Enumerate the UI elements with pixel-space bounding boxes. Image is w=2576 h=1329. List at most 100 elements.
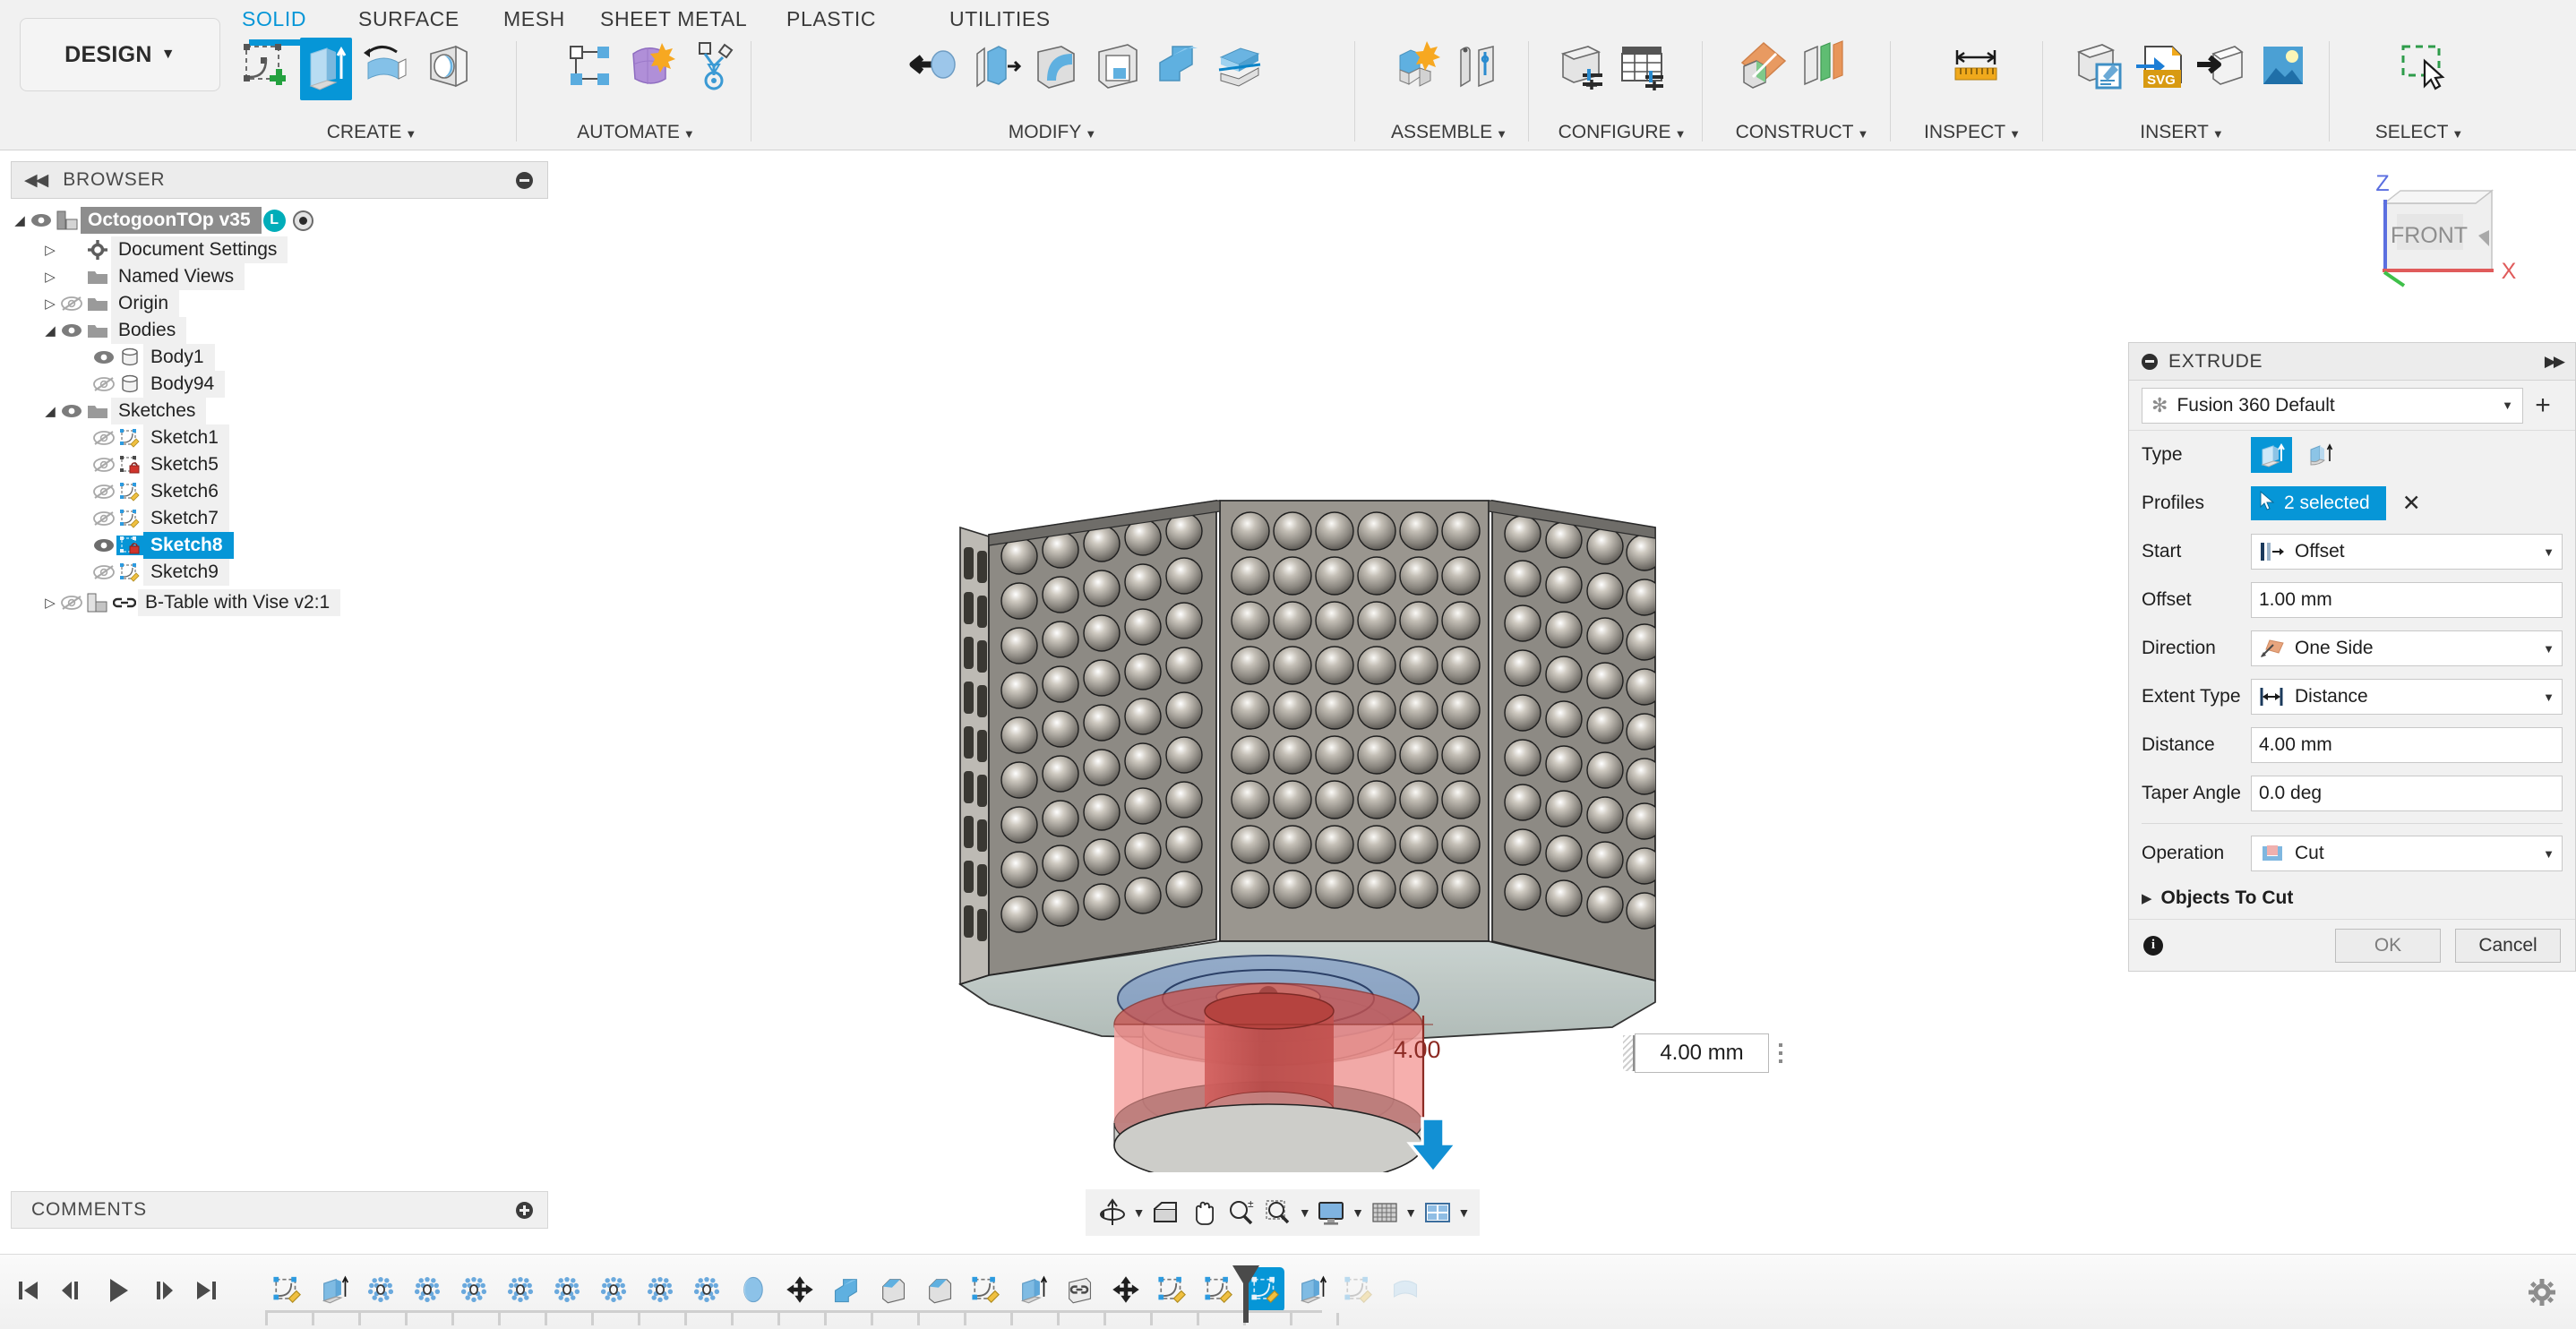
timeline-item[interactable]: [595, 1267, 632, 1312]
tab-solid[interactable]: SOLID: [242, 7, 306, 31]
comments-panel-header[interactable]: COMMENTS: [11, 1191, 548, 1229]
timeline-item[interactable]: [828, 1267, 865, 1312]
visibility-eye-icon[interactable]: [91, 349, 116, 365]
timeline-item-ghost[interactable]: [1387, 1267, 1424, 1312]
play-icon[interactable]: [99, 1269, 136, 1312]
shell-icon[interactable]: [1092, 38, 1144, 100]
activate-component-radio[interactable]: [292, 210, 313, 231]
preset-dropdown[interactable]: ✻ Fusion 360 Default ▼: [2142, 387, 2523, 424]
add-preset-button[interactable]: +: [2523, 390, 2563, 421]
joint-icon[interactable]: [1452, 38, 1504, 100]
create-sketch-icon[interactable]: [239, 38, 291, 100]
timeline-item-ghost[interactable]: [1340, 1267, 1378, 1312]
timeline-item[interactable]: [1014, 1267, 1052, 1312]
timeline-item[interactable]: [1060, 1267, 1098, 1312]
ribbon-group-label-insert[interactable]: INSERT ▼: [2057, 122, 2307, 143]
dimension-input-overlay[interactable]: 4.00 mm: [1623, 1032, 1811, 1075]
tab-sheet-metal[interactable]: SHEET METAL: [600, 7, 747, 31]
visibility-eye-hidden-icon[interactable]: [91, 564, 116, 580]
operation-dropdown[interactable]: Cut ▼: [2251, 836, 2563, 871]
visibility-eye-icon[interactable]: [91, 537, 116, 553]
timeline-item[interactable]: [967, 1267, 1005, 1312]
step-back-icon[interactable]: [54, 1269, 91, 1312]
tree-item-origin[interactable]: ▷ Origin: [41, 290, 557, 317]
collapse-left-icon[interactable]: ◀◀: [24, 170, 48, 191]
objects-to-cut-section[interactable]: ▶ Objects To Cut: [2129, 878, 2575, 919]
visibility-eye-icon[interactable]: [59, 322, 84, 339]
tree-item-document-settings[interactable]: ▷ Document Settings: [41, 236, 557, 263]
press-pull-icon[interactable]: [909, 38, 961, 100]
timeline-item[interactable]: [921, 1267, 958, 1312]
minus-circle-icon[interactable]: [2142, 353, 2158, 370]
timeline-item[interactable]: [362, 1267, 399, 1312]
timeline-item[interactable]: [1107, 1267, 1145, 1312]
insert-mesh-icon[interactable]: [2195, 38, 2247, 100]
extrude-thin-icon[interactable]: [2299, 437, 2340, 473]
automate-generative-icon[interactable]: [687, 38, 739, 100]
tree-item-body94[interactable]: Body94: [73, 371, 557, 398]
ok-button[interactable]: OK: [2335, 928, 2441, 963]
info-icon[interactable]: i: [2143, 935, 2163, 956]
step-forward-icon[interactable]: [143, 1269, 181, 1312]
distance-quick-input[interactable]: 4.00 mm: [1635, 1033, 1769, 1073]
plus-circle-icon[interactable]: [516, 1201, 533, 1219]
tree-item-sketch6[interactable]: Sketch6: [73, 478, 557, 505]
visibility-eye-hidden-icon[interactable]: [91, 457, 116, 473]
insert-decal-icon[interactable]: [2074, 38, 2125, 100]
close-x-icon[interactable]: ✕: [2402, 490, 2421, 517]
tab-surface[interactable]: SURFACE: [358, 7, 459, 31]
timeline-item[interactable]: [734, 1267, 772, 1312]
expand-right-icon[interactable]: ▶▶: [2545, 353, 2565, 371]
visibility-eye-hidden-icon[interactable]: [91, 510, 116, 527]
sweep-icon[interactable]: [422, 38, 474, 100]
measure-icon[interactable]: [1950, 38, 2002, 100]
ribbon-group-label-inspect[interactable]: INSPECT ▼: [1904, 122, 2040, 143]
automate-shape-icon[interactable]: [565, 38, 617, 100]
tree-item-sketch9[interactable]: Sketch9: [73, 559, 557, 586]
plane-at-angle-icon[interactable]: [1798, 38, 1850, 100]
timeline-item[interactable]: [874, 1267, 912, 1312]
minus-circle-icon[interactable]: [516, 171, 533, 189]
automate-purple-icon[interactable]: [626, 38, 678, 100]
zoom-icon[interactable]: ±: [1223, 1194, 1258, 1231]
timeline-item[interactable]: [269, 1267, 306, 1312]
extrude-profile-icon[interactable]: [2251, 437, 2292, 473]
tree-item-sketch5[interactable]: Sketch5: [73, 451, 557, 478]
cancel-button[interactable]: Cancel: [2455, 928, 2561, 963]
collapse-arrow-icon[interactable]: ▷: [41, 269, 59, 285]
insert-canvas-icon[interactable]: [2256, 38, 2308, 100]
visibility-eye-hidden-icon[interactable]: [59, 296, 84, 312]
select-window-icon[interactable]: [2396, 38, 2448, 100]
tree-item-named-views[interactable]: ▷ Named Views: [41, 263, 557, 290]
tree-item-b-table-with-vise[interactable]: ▷ B-Table with Vise v2:1: [41, 589, 557, 616]
expand-arrow-icon[interactable]: ◢: [41, 322, 59, 339]
extrude-icon[interactable]: [300, 38, 352, 100]
view-cube[interactable]: FRONT Z X: [2361, 160, 2549, 295]
zoom-window-caret-icon[interactable]: ▼: [1298, 1205, 1311, 1220]
go-to-end-icon[interactable]: [188, 1269, 226, 1312]
ribbon-group-label-select[interactable]: SELECT ▼: [2343, 122, 2495, 143]
drag-grip-handle[interactable]: [1623, 1035, 1635, 1071]
revolve-icon[interactable]: [361, 38, 413, 100]
visibility-eye-hidden-icon[interactable]: [59, 595, 84, 611]
visibility-eye-icon[interactable]: [29, 212, 54, 228]
tree-item-bodies[interactable]: ◢ Bodies: [41, 317, 557, 344]
ribbon-group-label-construct[interactable]: CONSTRUCT ▼: [1716, 122, 1888, 143]
visibility-eye-hidden-icon[interactable]: [91, 376, 116, 392]
workspace-switcher-button[interactable]: DESIGN ▼: [20, 18, 220, 91]
timeline-item[interactable]: [1293, 1267, 1331, 1312]
fillet-icon[interactable]: [1031, 38, 1083, 100]
timeline-item[interactable]: [548, 1267, 586, 1312]
timeline-item[interactable]: [408, 1267, 446, 1312]
visibility-eye-hidden-icon[interactable]: [91, 430, 116, 446]
split-body-icon[interactable]: [1214, 38, 1266, 100]
orbit-icon[interactable]: [1095, 1194, 1130, 1231]
configure-table-icon[interactable]: [1617, 38, 1669, 100]
orbit-caret-icon[interactable]: ▼: [1132, 1205, 1146, 1220]
timeline-item[interactable]: [688, 1267, 726, 1312]
insert-svg-icon[interactable]: SVG: [2134, 38, 2186, 100]
viewports-icon[interactable]: [1420, 1194, 1455, 1231]
display-caret-icon[interactable]: ▼: [1351, 1205, 1364, 1220]
configure-body-icon[interactable]: [1556, 38, 1608, 100]
timeline-item[interactable]: [502, 1267, 539, 1312]
